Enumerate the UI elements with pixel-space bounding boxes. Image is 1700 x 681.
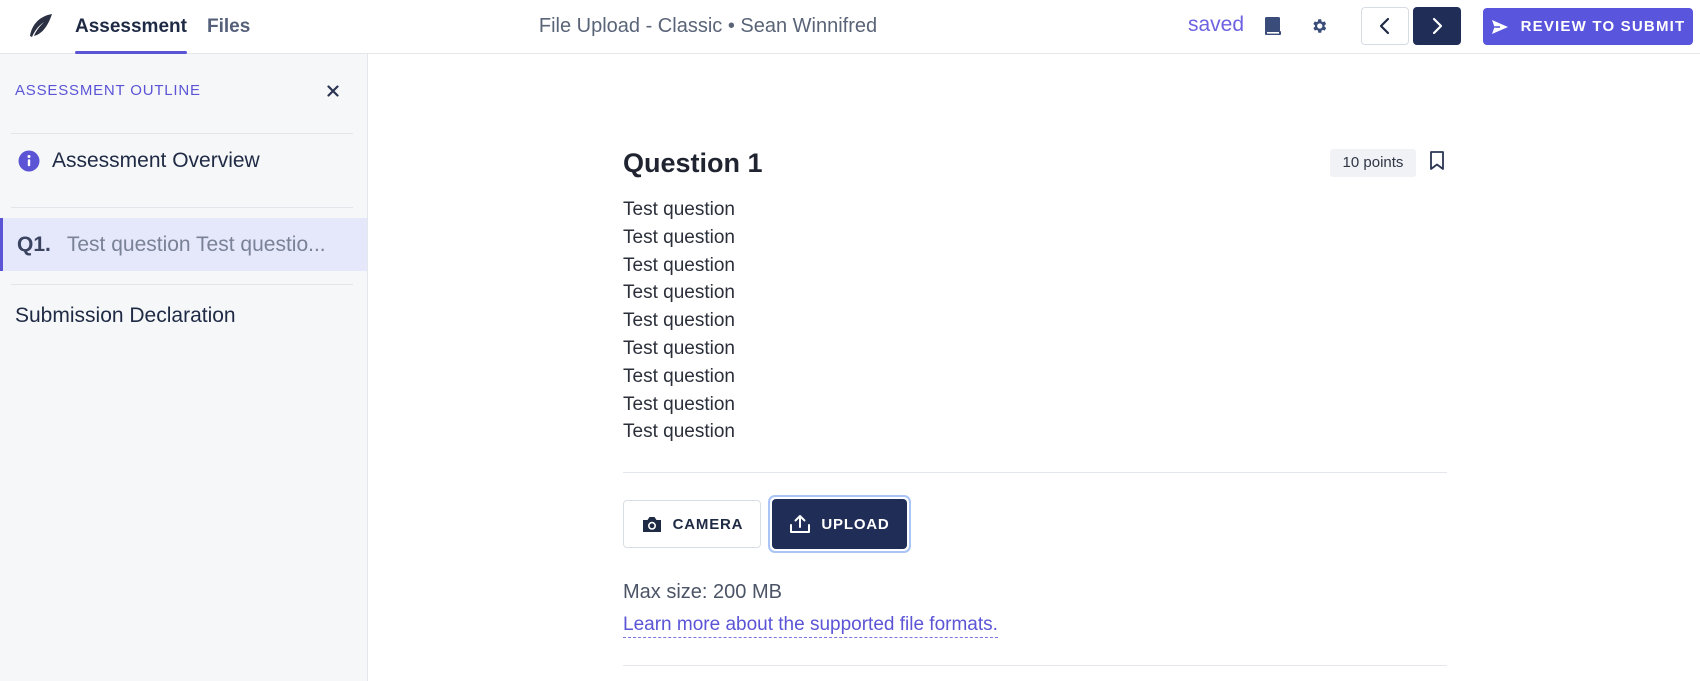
sidebar-item-overview[interactable]: Assessment Overview [0,131,367,191]
divider [623,472,1447,473]
divider [623,665,1447,666]
gear-icon[interactable] [1307,14,1331,38]
close-icon [327,85,339,97]
max-size-text: Max size: 200 MB [623,581,782,603]
upload-button[interactable]: UPLOAD [772,499,907,549]
outline-title: ASSESSMENT OUTLINE [15,82,201,99]
previous-button[interactable] [1361,7,1409,45]
review-to-submit-button[interactable]: REVIEW TO SUBMIT [1483,8,1693,45]
question-text-line: Test question [623,393,735,415]
send-icon [1491,19,1508,34]
question-text-line: Test question [623,421,735,443]
question-body: Test question Test question Test questio… [623,196,735,446]
assessment-outline-sidebar: ASSESSMENT OUTLINE Assessment Overview Q… [0,54,368,681]
upload-focus-ring: UPLOAD [768,495,911,553]
question-panel: Question 1 10 points Test question Test … [369,54,1700,681]
question-text-line: Test question [623,226,735,248]
top-bar: Assessment Files File Upload - Classic •… [0,0,1700,54]
upload-label: UPLOAD [821,515,890,533]
divider [11,207,353,208]
chevron-right-icon [1432,17,1443,35]
info-icon [18,150,40,172]
sidebar-item-submission-declaration[interactable]: Submission Declaration [0,292,367,340]
bookmark-icon[interactable] [1428,150,1446,172]
book-icon[interactable] [1261,14,1285,38]
question-text-line: Test question [623,337,735,359]
save-status: saved [1188,13,1245,36]
sidebar-item-label: Submission Declaration [15,304,236,327]
sidebar-item-label: Assessment Overview [52,149,260,172]
question-number: Q1. [17,232,51,256]
question-text-line: Test question [623,310,735,332]
supported-formats-link[interactable]: Learn more about the supported file form… [623,614,998,638]
question-title: Question 1 [623,148,763,178]
chevron-left-icon [1379,17,1390,35]
points-badge: 10 points [1330,149,1416,177]
camera-icon [642,516,661,532]
camera-button[interactable]: CAMERA [623,500,761,548]
question-preview: Test question Test questio... [66,232,326,256]
question-text-line: Test question [623,365,735,387]
close-outline-button[interactable] [322,80,344,102]
review-to-submit-label: REVIEW TO SUBMIT [1520,18,1686,35]
camera-label: CAMERA [672,515,744,533]
question-text-line: Test question [623,254,735,276]
next-button[interactable] [1413,7,1461,45]
question-text-line: Test question [623,199,735,220]
sidebar-item-question-1[interactable]: Q1. Test question Test questio... [0,218,367,271]
question-text-line: Test question [623,282,735,304]
upload-icon [790,515,811,533]
divider [11,284,353,285]
